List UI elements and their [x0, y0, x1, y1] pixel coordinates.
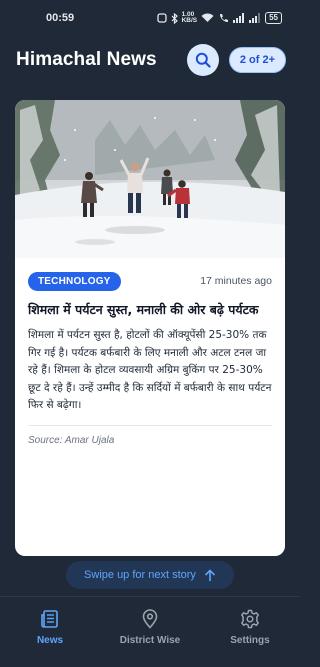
network-speed: 1.00 KB/S: [181, 11, 198, 24]
bluetooth-icon: [171, 12, 178, 24]
arrow-up-icon: [204, 568, 216, 581]
article-meta: TECHNOLOGY 17 minutes ago: [28, 270, 272, 292]
divider: [28, 424, 272, 426]
signal-icon: [233, 13, 245, 23]
status-bar: 00:59 1.00 KB/S 55: [0, 0, 300, 36]
notification-icon: [156, 13, 167, 23]
battery-indicator: 55: [265, 12, 282, 24]
article-time: 17 minutes ago: [200, 275, 272, 287]
wifi-icon: [201, 13, 214, 22]
story-counter[interactable]: 2 of 2+: [228, 47, 286, 73]
search-icon: [195, 52, 211, 68]
news-card[interactable]: TECHNOLOGY 17 minutes ago शिमला में पर्य…: [15, 100, 285, 556]
nav-label-settings: Settings: [230, 635, 270, 646]
bottom-nav: News District Wise Settings: [0, 596, 300, 667]
location-pin-icon: [142, 609, 158, 629]
article-source[interactable]: Source: Amar Ujala: [28, 435, 272, 446]
article-body: TECHNOLOGY 17 minutes ago शिमला में पर्य…: [15, 258, 285, 446]
article-summary: शिमला में पर्यटन सुस्त है, होटलों की ऑक्…: [28, 329, 272, 411]
signal-icon-2: [249, 13, 261, 23]
category-badge[interactable]: TECHNOLOGY: [28, 271, 121, 291]
call-icon: [220, 14, 229, 22]
nav-label-news: News: [36, 635, 64, 646]
swipe-hint[interactable]: Swipe up for next story: [66, 561, 234, 589]
status-icons: 1.00 KB/S 55: [156, 11, 282, 24]
gear-icon: [241, 609, 259, 629]
nav-label-district: District Wise: [119, 635, 181, 646]
nav-item-district-wise[interactable]: District Wise: [100, 597, 200, 667]
app-title: Himachal News: [16, 49, 157, 70]
article-headline: शिमला में पर्यटन सुस्त, मनाली की ओर बढ़े…: [28, 302, 259, 317]
article-image: [15, 100, 285, 258]
nav-item-news[interactable]: News: [0, 597, 100, 667]
news-icon: [41, 610, 58, 628]
nav-item-settings[interactable]: Settings: [200, 597, 300, 667]
search-button[interactable]: [186, 44, 219, 76]
status-time: 00:59: [46, 12, 75, 24]
swipe-hint-label: Swipe up for next story: [84, 569, 196, 581]
app-header: Himachal News 2 of 2+: [0, 40, 300, 80]
